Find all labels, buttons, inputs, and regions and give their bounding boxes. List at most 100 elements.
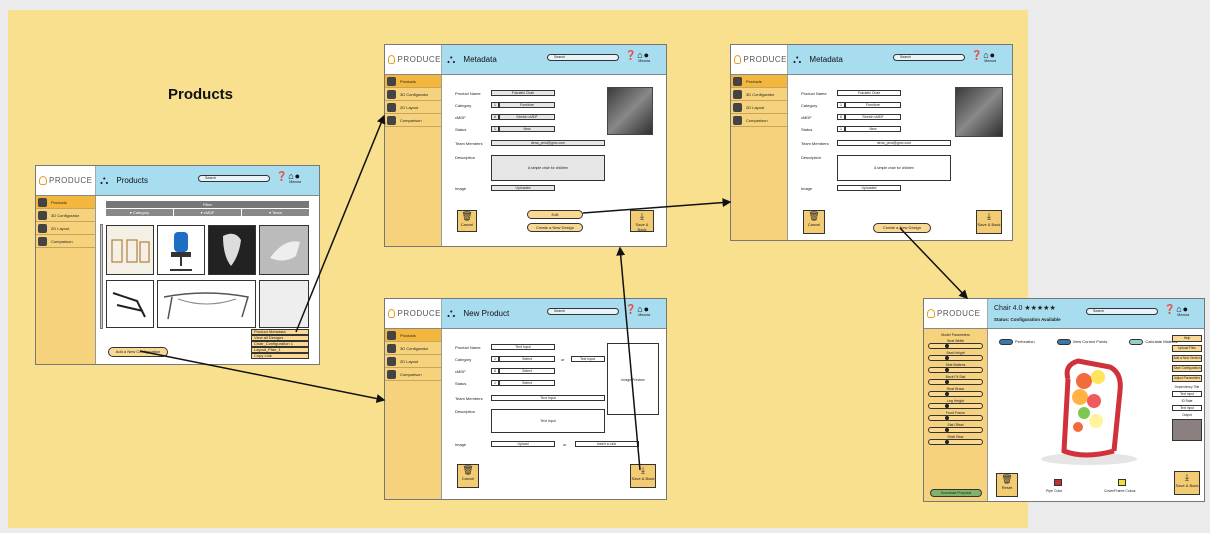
parameter-slider[interactable]: Back Fit Slat xyxy=(928,375,983,385)
product-thumb-bench[interactable] xyxy=(157,280,256,328)
cover-color-swatch[interactable] xyxy=(1118,479,1126,486)
filter-team[interactable]: ▾ Team xyxy=(242,209,309,216)
slider-knob[interactable] xyxy=(944,356,949,360)
right-panel-button[interactable]: Help xyxy=(1172,335,1202,342)
cancel-button[interactable]: 🗑 Cancel xyxy=(457,464,479,488)
category-value[interactable]: Furniture xyxy=(845,102,901,108)
slider-track[interactable] xyxy=(928,379,983,385)
sidebar-item-3d[interactable]: 3D Configurator xyxy=(385,342,441,355)
parameter-slider[interactable]: Slat Offset xyxy=(928,423,983,433)
slider-knob[interactable] xyxy=(944,380,949,384)
toggle-perforation[interactable]: Perforation xyxy=(999,339,1035,345)
right-panel-button[interactable]: Add a New Version xyxy=(1172,355,1202,362)
search-input[interactable]: Search xyxy=(893,54,965,61)
product-thumb-chairs[interactable] xyxy=(106,225,154,275)
slider-track[interactable] xyxy=(928,415,983,421)
team-members-input[interactable]: Text Input xyxy=(491,395,605,401)
add-configuration-button[interactable]: Add a New Configuration xyxy=(108,347,168,357)
right-panel-button[interactable]: Upload Files xyxy=(1172,345,1202,352)
product-name-input[interactable]: Text Input xyxy=(491,344,555,350)
slider-track[interactable] xyxy=(928,367,983,373)
sidebar-item-products[interactable]: Products xyxy=(385,75,441,88)
parameter-slider[interactable]: Seat Height xyxy=(928,351,983,361)
parameter-slider[interactable]: Leg Height xyxy=(928,399,983,409)
sidebar-item-products[interactable]: Products xyxy=(385,329,441,342)
slider-track[interactable] xyxy=(928,355,983,361)
description-value[interactable]: A simple chair for children xyxy=(491,155,605,181)
slider-track[interactable] xyxy=(928,403,983,409)
slider-track[interactable] xyxy=(928,391,983,397)
slider-knob[interactable] xyxy=(944,428,949,432)
slider-track[interactable] xyxy=(928,427,983,433)
upload-button[interactable]: Upload xyxy=(491,441,555,447)
right-panel-button[interactable]: Adjust Parameters xyxy=(1172,375,1202,382)
help-icon[interactable]: ❓ xyxy=(971,50,983,60)
filter-cmdf[interactable]: ▾ cMDF xyxy=(174,209,242,216)
slider-track[interactable] xyxy=(928,343,983,349)
product-thumb-part[interactable] xyxy=(259,225,309,275)
category-select[interactable]: Select xyxy=(499,356,555,362)
slider-knob[interactable] xyxy=(944,392,949,396)
filter-category[interactable]: ▾ Category xyxy=(106,209,174,216)
search-input[interactable]: Search xyxy=(547,308,619,315)
description-input[interactable]: Text Input xyxy=(491,409,605,433)
sidebar-item-3d[interactable]: 3D Configurator xyxy=(731,88,787,101)
save-back-button[interactable]: ⤓ Save & Back xyxy=(1174,471,1200,495)
product-name-value[interactable]: Fukuleki Chair xyxy=(491,90,555,96)
save-back-button[interactable]: ⤓ Save & Back xyxy=(976,210,1002,234)
product-thumb-sculpture[interactable] xyxy=(208,225,256,275)
menu-copy-link[interactable]: Copy Link xyxy=(251,353,309,359)
parameter-slider[interactable]: Shell Rear xyxy=(928,435,983,445)
right-panel-button[interactable]: Save Configuration xyxy=(1172,365,1202,372)
create-design-button[interactable]: Create a New Design xyxy=(873,223,931,233)
image-value[interactable]: Uploaded xyxy=(491,185,555,191)
right-panel-label[interactable]: Text Input xyxy=(1172,405,1202,411)
cancel-button[interactable]: 🗑 Cancel xyxy=(803,210,825,234)
category-value[interactable]: Furniture xyxy=(499,102,555,108)
search-input[interactable]: Search xyxy=(547,54,619,61)
slider-knob[interactable] xyxy=(944,344,949,348)
help-icon[interactable]: ❓ xyxy=(625,50,637,60)
create-design-button[interactable]: Create a New Design xyxy=(527,223,583,232)
sidebar-item-comparison[interactable]: Comparison xyxy=(36,235,95,248)
sidebar-item-2d[interactable]: 2D Layout xyxy=(385,101,441,114)
toggle-control-points[interactable]: View Control Points xyxy=(1056,339,1107,345)
product-thumb-office-chair[interactable] xyxy=(157,225,205,275)
help-icon[interactable]: ❓ xyxy=(1164,304,1176,314)
team-members-value[interactable]: dena_pmd@gmx.com xyxy=(837,140,951,146)
sidebar-item-comparison[interactable]: Comparison xyxy=(731,114,787,127)
slider-knob[interactable] xyxy=(944,404,949,408)
sidebar-item-2d[interactable]: 2D Layout xyxy=(731,101,787,114)
right-panel-label[interactable]: Text Input xyxy=(1172,391,1202,397)
save-back-button[interactable]: ⤓ Save & Back xyxy=(630,464,656,488)
sidebar-item-comparison[interactable]: Comparison xyxy=(385,368,441,381)
help-icon[interactable]: ❓ xyxy=(625,304,637,314)
reset-button[interactable]: 🗑 Reset xyxy=(996,473,1018,497)
parameter-slider[interactable]: Front Frame xyxy=(928,411,983,421)
sidebar-item-3d[interactable]: 3D Configurator xyxy=(36,209,95,222)
sidebar-item-products[interactable]: Products xyxy=(36,196,95,209)
product-name-value[interactable]: Fukuleki Chair xyxy=(837,90,901,96)
edit-button[interactable]: Edit xyxy=(527,210,583,219)
download-proposal-button[interactable]: Download Proposal xyxy=(930,489,982,497)
help-icon[interactable]: ❓ xyxy=(276,171,288,181)
slider-knob[interactable] xyxy=(944,368,949,372)
status-select[interactable]: Select xyxy=(499,380,555,386)
status-value[interactable]: New xyxy=(845,126,901,132)
chair-3d-view[interactable] xyxy=(1034,351,1144,471)
parameter-slider[interactable]: Side Battens xyxy=(928,363,983,373)
product-thumb-chair-selected[interactable] xyxy=(259,280,309,328)
link-input[interactable]: Insert a Link xyxy=(574,441,639,447)
slider-track[interactable] xyxy=(928,439,983,445)
save-back-button[interactable]: ⤓ Save & Back xyxy=(630,210,654,232)
slider-knob[interactable] xyxy=(944,416,949,420)
parameter-slider[interactable]: Rear Brace xyxy=(928,387,983,397)
cmdf-value[interactable]: Stretch cMDF xyxy=(845,114,901,120)
sidebar-item-2d[interactable]: 2D Layout xyxy=(385,355,441,368)
search-input[interactable]: Search xyxy=(198,175,270,182)
description-value[interactable]: A simple chair for children xyxy=(837,155,951,181)
product-thumb-lounger[interactable] xyxy=(106,280,154,328)
sidebar-item-comparison[interactable]: Comparison xyxy=(385,114,441,127)
toggle-calc-material[interactable]: Calculate Material xyxy=(1129,339,1177,345)
status-value[interactable]: New xyxy=(499,126,555,132)
